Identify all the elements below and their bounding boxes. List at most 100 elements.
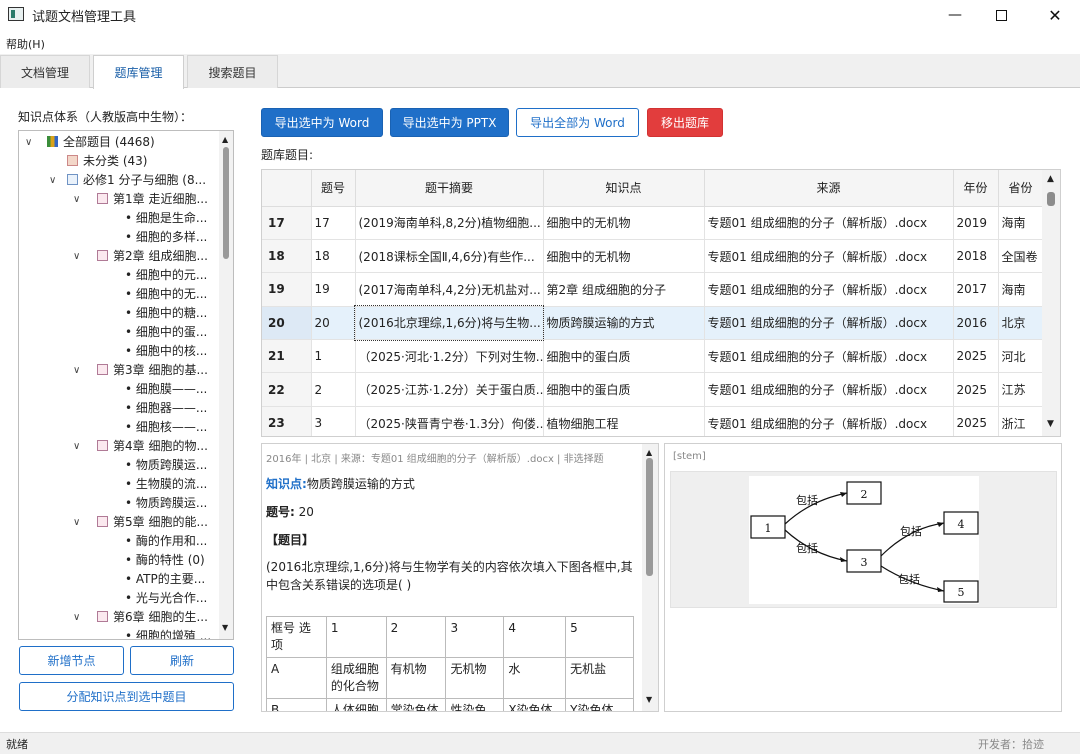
cell-province[interactable]: 全国卷 bbox=[998, 239, 1044, 274]
cell-stem[interactable]: (2018课标全国Ⅱ,4,6分)有些作... bbox=[355, 239, 544, 274]
row-header[interactable]: 21 bbox=[262, 339, 312, 374]
cell-province[interactable]: 浙江 bbox=[998, 406, 1044, 436]
tree-node[interactable]: • 细胞中的核... bbox=[125, 342, 207, 361]
cell-knowledge[interactable]: 第2章 组成细胞的分子 bbox=[543, 272, 705, 307]
tree-node[interactable]: 必修1 分子与细胞 (8... bbox=[67, 171, 206, 190]
tree-expand-chevron-icon[interactable]: ∨ bbox=[73, 608, 80, 627]
cell-no[interactable]: 3 bbox=[311, 406, 356, 436]
cell-no[interactable]: 18 bbox=[311, 239, 356, 274]
tree-node[interactable]: 第4章 细胞的物... bbox=[97, 437, 208, 456]
tree-node[interactable]: • 细胞的多样... bbox=[125, 228, 207, 247]
remove-from-bank-button[interactable]: 移出题库 bbox=[647, 108, 723, 137]
tree-node[interactable]: • 细胞的增殖 ... bbox=[125, 627, 211, 639]
export-selected-word-button[interactable]: 导出选中为 Word bbox=[261, 108, 383, 137]
cell-stem[interactable]: (2019海南单科,8,2分)植物细胞... bbox=[355, 206, 544, 240]
detail-scrollbar[interactable]: ▲ ▼ bbox=[642, 444, 658, 711]
tab-search[interactable]: 搜索题目 bbox=[187, 55, 278, 88]
cell-year[interactable]: 2018 bbox=[953, 239, 999, 274]
table-row[interactable]: 18 18 (2018课标全国Ⅱ,4,6分)有些作... 细胞中的无机物 专题01 组成… bbox=[262, 239, 1044, 274]
header-stem[interactable]: 题干摘要 bbox=[355, 170, 544, 207]
tree-scroll-thumb[interactable] bbox=[223, 147, 229, 259]
tree-node[interactable]: • 细胞中的无... bbox=[125, 285, 207, 304]
tree-node[interactable]: • 细胞器——... bbox=[125, 399, 207, 418]
scroll-up-icon[interactable]: ▲ bbox=[646, 448, 652, 457]
cell-stem[interactable]: (2016北京理综,1,6分)将与生物... bbox=[354, 305, 544, 341]
refresh-button[interactable]: 刷新 bbox=[130, 646, 234, 675]
cell-no[interactable]: 2 bbox=[311, 372, 356, 407]
minimize-icon[interactable]: — bbox=[932, 0, 978, 30]
cell-no[interactable]: 17 bbox=[311, 206, 356, 240]
scroll-down-icon[interactable]: ▼ bbox=[1047, 419, 1054, 429]
cell-year[interactable]: 2025 bbox=[953, 339, 999, 374]
cell-source[interactable]: 专题01 组成细胞的分子（解析版）.docx bbox=[704, 372, 954, 407]
tree-expand-chevron-icon[interactable]: ∨ bbox=[73, 361, 80, 380]
tree-node[interactable]: • 细胞中的元... bbox=[125, 266, 207, 285]
tree-node[interactable]: • 光与光合作... bbox=[125, 589, 207, 608]
tree-expand-chevron-icon[interactable]: ∨ bbox=[73, 190, 80, 209]
cell-knowledge[interactable]: 细胞中的蛋白质 bbox=[543, 339, 705, 374]
tree-node[interactable]: • 物质跨膜运... bbox=[125, 456, 207, 475]
header-no[interactable]: 题号 bbox=[311, 170, 356, 207]
tree-node[interactable]: • 细胞中的蛋... bbox=[125, 323, 207, 342]
tree-expand-chevron-icon[interactable]: ∨ bbox=[73, 247, 80, 266]
cell-knowledge[interactable]: 植物细胞工程 bbox=[543, 406, 705, 436]
tree-node[interactable]: • 细胞是生命... bbox=[125, 209, 207, 228]
cell-source[interactable]: 专题01 组成细胞的分子（解析版）.docx bbox=[704, 306, 954, 341]
header-province[interactable]: 省份 bbox=[998, 170, 1044, 207]
tree-node[interactable]: • 物质跨膜运... bbox=[125, 494, 207, 513]
tree-expand-chevron-icon[interactable]: ∨ bbox=[73, 437, 80, 456]
tree-expand-chevron-icon[interactable]: ∨ bbox=[49, 171, 56, 190]
table-row[interactable]: 17 17 (2019海南单科,8,2分)植物细胞... 细胞中的无机物 专题01 组成… bbox=[262, 206, 1044, 240]
scroll-up-icon[interactable]: ▲ bbox=[1047, 174, 1054, 184]
cell-year[interactable]: 2016 bbox=[953, 306, 999, 341]
tree-expand-chevron-icon[interactable]: ∨ bbox=[73, 513, 80, 532]
cell-year[interactable]: 2017 bbox=[953, 272, 999, 307]
row-header[interactable]: 23 bbox=[262, 406, 312, 436]
cell-knowledge[interactable]: 物质跨膜运输的方式 bbox=[543, 306, 705, 341]
table-row[interactable]: 19 19 (2017海南单科,4,2分)无机盐对... 第2章 组成细胞的分子 专题0… bbox=[262, 272, 1044, 307]
tree-node[interactable]: 全部题目 (4468) bbox=[47, 133, 155, 152]
row-header[interactable]: 17 bbox=[262, 206, 312, 240]
tree-node[interactable]: • ATP的主要... bbox=[125, 570, 205, 589]
header-year[interactable]: 年份 bbox=[953, 170, 999, 207]
export-all-word-button[interactable]: 导出全部为 Word bbox=[516, 108, 639, 137]
cell-source[interactable]: 专题01 组成细胞的分子（解析版）.docx bbox=[704, 339, 954, 374]
tree-node[interactable]: 第1章 走近细胞... bbox=[97, 190, 208, 209]
cell-knowledge[interactable]: 细胞中的无机物 bbox=[543, 239, 705, 274]
cell-province[interactable]: 海南 bbox=[998, 206, 1044, 240]
add-node-button[interactable]: 新增节点 bbox=[19, 646, 124, 675]
tree-node[interactable]: 第6章 细胞的生... bbox=[97, 608, 208, 627]
tab-question-bank[interactable]: 题库管理 bbox=[93, 55, 184, 89]
row-header[interactable]: 20 bbox=[262, 306, 312, 341]
question-detail-panel[interactable]: 2016年 | 北京 | 来源：专题01 组成细胞的分子（解析版）.docx |… bbox=[261, 443, 659, 712]
row-header[interactable]: 19 bbox=[262, 272, 312, 307]
cell-knowledge[interactable]: 细胞中的蛋白质 bbox=[543, 372, 705, 407]
export-selected-pptx-button[interactable]: 导出选中为 PPTX bbox=[390, 108, 509, 137]
table-row[interactable]: 23 3 （2025·陕晋青宁卷·1.3分）佝偻... 植物细胞工程 专题01 组成细胞… bbox=[262, 406, 1044, 436]
table-row[interactable]: 20 20 (2016北京理综,1,6分)将与生物... 物质跨膜运输的方式 专题01 … bbox=[262, 305, 1044, 341]
tab-documents[interactable]: 文档管理 bbox=[0, 55, 90, 88]
tree-node[interactable]: 未分类 (43) bbox=[67, 152, 147, 171]
cell-province[interactable]: 河北 bbox=[998, 339, 1044, 374]
row-header[interactable]: 22 bbox=[262, 372, 312, 407]
cell-stem[interactable]: （2025·陕晋青宁卷·1.3分）佝偻... bbox=[355, 406, 544, 436]
tree-node[interactable]: • 生物膜的流... bbox=[125, 475, 207, 494]
maximize-icon[interactable] bbox=[978, 0, 1024, 30]
cell-source[interactable]: 专题01 组成细胞的分子（解析版）.docx bbox=[704, 206, 954, 240]
tree-node[interactable]: • 细胞中的糖... bbox=[125, 304, 207, 323]
cell-year[interactable]: 2019 bbox=[953, 206, 999, 240]
menu-help[interactable]: 帮助(H) bbox=[6, 36, 45, 52]
detail-scroll-thumb[interactable] bbox=[646, 458, 653, 576]
table-row[interactable]: 22 2 （2025·江苏·1.2分）关于蛋白质... 细胞中的蛋白质 专题01 组成细… bbox=[262, 372, 1044, 407]
tree-expand-chevron-icon[interactable]: ∨ bbox=[25, 133, 32, 152]
table-scroll-thumb[interactable] bbox=[1047, 192, 1055, 206]
cell-no[interactable]: 20 bbox=[311, 306, 356, 341]
cell-source[interactable]: 专题01 组成细胞的分子（解析版）.docx bbox=[704, 239, 954, 274]
cell-province[interactable]: 海南 bbox=[998, 272, 1044, 307]
table-row[interactable]: 21 1 （2025·河北·1.2分）下列对生物... 细胞中的蛋白质 专题01 组成细… bbox=[262, 339, 1044, 374]
header-knowledge[interactable]: 知识点 bbox=[543, 170, 705, 207]
scroll-down-icon[interactable]: ▼ bbox=[646, 695, 652, 704]
header-source[interactable]: 来源 bbox=[704, 170, 954, 207]
tree-node[interactable]: 第5章 细胞的能... bbox=[97, 513, 208, 532]
row-header[interactable]: 18 bbox=[262, 239, 312, 274]
